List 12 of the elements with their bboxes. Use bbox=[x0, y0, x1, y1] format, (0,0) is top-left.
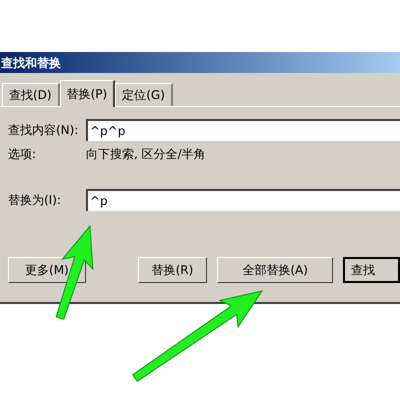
dialog-button[interactable]: 全部替换(A) bbox=[217, 257, 334, 283]
find-field[interactable]: ^p^p bbox=[86, 119, 400, 141]
window-title: 查找和替换 bbox=[0, 52, 400, 73]
replace-label: 替换为(I): bbox=[8, 192, 62, 209]
options-label: 选项: bbox=[8, 146, 38, 163]
tab[interactable]: 定位(G) bbox=[115, 83, 173, 106]
dialog-button[interactable]: 替换(R) bbox=[138, 257, 208, 283]
replace-field[interactable]: ^p bbox=[86, 189, 400, 211]
tab[interactable]: 替换(P) bbox=[60, 80, 116, 107]
find-label: 查找内容(N): bbox=[8, 122, 80, 139]
options-text: 向下搜索, 区分全/半角 bbox=[86, 146, 206, 163]
dialog-button[interactable]: 查找 bbox=[343, 257, 400, 283]
